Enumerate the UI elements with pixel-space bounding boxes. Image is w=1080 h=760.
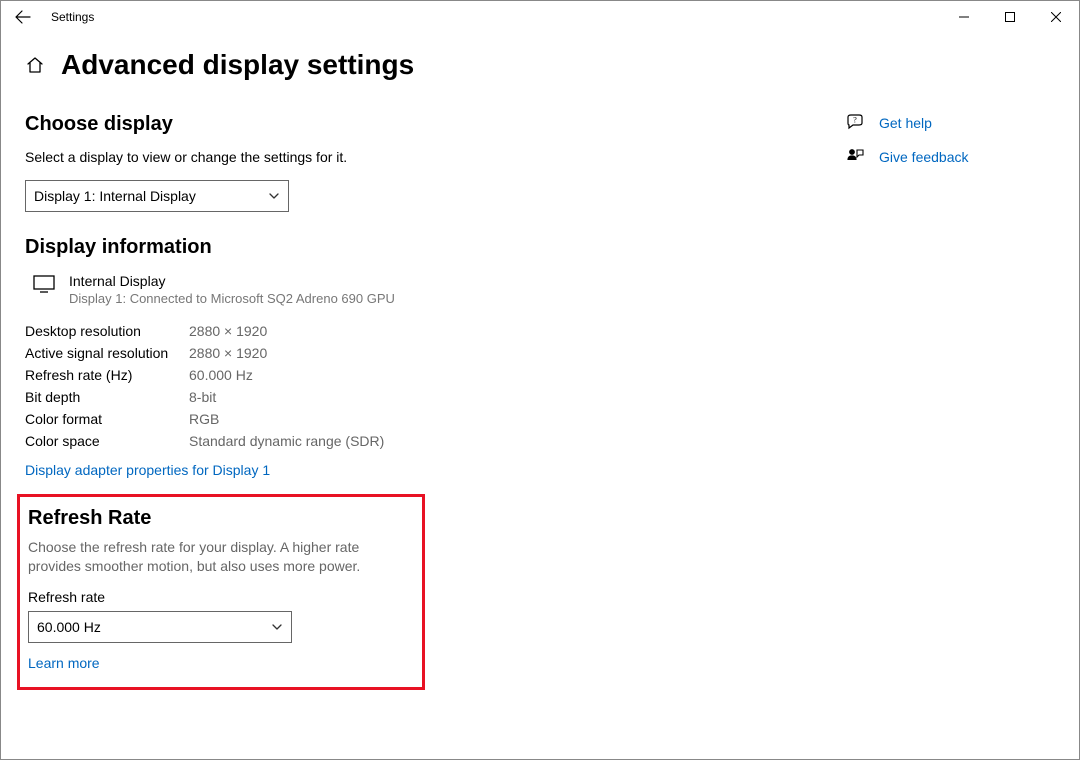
row-key: Desktop resolution bbox=[25, 323, 189, 339]
display-info-block: Internal Display Display 1: Connected to… bbox=[25, 273, 805, 480]
refresh-rate-selected: 60.000 Hz bbox=[37, 619, 101, 635]
minimize-button[interactable] bbox=[941, 1, 987, 33]
row-value: RGB bbox=[189, 411, 219, 427]
give-feedback-label: Give feedback bbox=[879, 149, 969, 165]
refresh-rate-dropdown[interactable]: 60.000 Hz bbox=[28, 611, 292, 643]
refresh-rate-section: Refresh Rate Choose the refresh rate for… bbox=[17, 494, 425, 690]
help-icon: ? bbox=[845, 113, 865, 133]
maximize-button[interactable] bbox=[987, 1, 1033, 33]
table-row: Color spaceStandard dynamic range (SDR) bbox=[25, 430, 805, 452]
page-title: Advanced display settings bbox=[61, 49, 414, 81]
window-controls bbox=[941, 1, 1079, 33]
get-help-label: Get help bbox=[879, 115, 932, 131]
maximize-icon bbox=[1005, 12, 1015, 22]
refresh-rate-label: Refresh rate bbox=[28, 589, 414, 605]
page-header: Advanced display settings bbox=[1, 33, 1079, 89]
display-info-table: Desktop resolution2880 × 1920 Active sig… bbox=[25, 320, 805, 452]
app-title: Settings bbox=[51, 10, 94, 24]
table-row: Refresh rate (Hz)60.000 Hz bbox=[25, 364, 805, 386]
row-value: 60.000 Hz bbox=[189, 367, 253, 383]
home-icon bbox=[25, 55, 45, 75]
row-value: Standard dynamic range (SDR) bbox=[189, 433, 384, 449]
row-key: Active signal resolution bbox=[25, 345, 189, 361]
feedback-icon bbox=[845, 147, 865, 167]
choose-display-heading: Choose display bbox=[25, 113, 805, 136]
table-row: Active signal resolution2880 × 1920 bbox=[25, 342, 805, 364]
row-value: 8-bit bbox=[189, 389, 216, 405]
learn-more-link[interactable]: Learn more bbox=[28, 655, 100, 671]
display-info-heading: Display information bbox=[25, 236, 805, 259]
row-key: Color space bbox=[25, 433, 189, 449]
row-key: Refresh rate (Hz) bbox=[25, 367, 189, 383]
give-feedback-link[interactable]: Give feedback bbox=[845, 147, 1065, 167]
page-body: Choose display Select a display to view … bbox=[1, 89, 1079, 690]
display-name: Internal Display bbox=[69, 273, 395, 289]
row-key: Bit depth bbox=[25, 389, 189, 405]
back-arrow-icon bbox=[15, 9, 31, 25]
choose-display-description: Select a display to view or change the s… bbox=[25, 148, 805, 168]
refresh-rate-description: Choose the refresh rate for your display… bbox=[28, 538, 408, 577]
home-button[interactable] bbox=[25, 55, 45, 75]
back-button[interactable] bbox=[1, 1, 45, 33]
table-row: Bit depth8-bit bbox=[25, 386, 805, 408]
get-help-link[interactable]: ? Get help bbox=[845, 113, 1065, 133]
settings-window: Settings Advanced display settings Choos… bbox=[0, 0, 1080, 760]
display-info-header: Internal Display Display 1: Connected to… bbox=[33, 273, 805, 306]
minimize-icon bbox=[959, 12, 969, 22]
titlebar: Settings bbox=[1, 1, 1079, 33]
adapter-properties-link[interactable]: Display adapter properties for Display 1 bbox=[25, 462, 270, 478]
table-row: Color formatRGB bbox=[25, 408, 805, 430]
side-column: ? Get help Give feedback bbox=[845, 89, 1065, 690]
chevron-down-icon bbox=[271, 621, 283, 633]
monitor-icon bbox=[33, 275, 55, 293]
refresh-rate-heading: Refresh Rate bbox=[28, 507, 414, 530]
display-connection: Display 1: Connected to Microsoft SQ2 Ad… bbox=[69, 291, 395, 306]
close-icon bbox=[1051, 12, 1061, 22]
row-value: 2880 × 1920 bbox=[189, 345, 267, 361]
close-button[interactable] bbox=[1033, 1, 1079, 33]
row-value: 2880 × 1920 bbox=[189, 323, 267, 339]
chevron-down-icon bbox=[268, 190, 280, 202]
choose-display-selected: Display 1: Internal Display bbox=[34, 188, 196, 204]
choose-display-dropdown[interactable]: Display 1: Internal Display bbox=[25, 180, 289, 212]
svg-text:?: ? bbox=[853, 116, 857, 125]
table-row: Desktop resolution2880 × 1920 bbox=[25, 320, 805, 342]
main-column: Choose display Select a display to view … bbox=[25, 89, 805, 690]
row-key: Color format bbox=[25, 411, 189, 427]
